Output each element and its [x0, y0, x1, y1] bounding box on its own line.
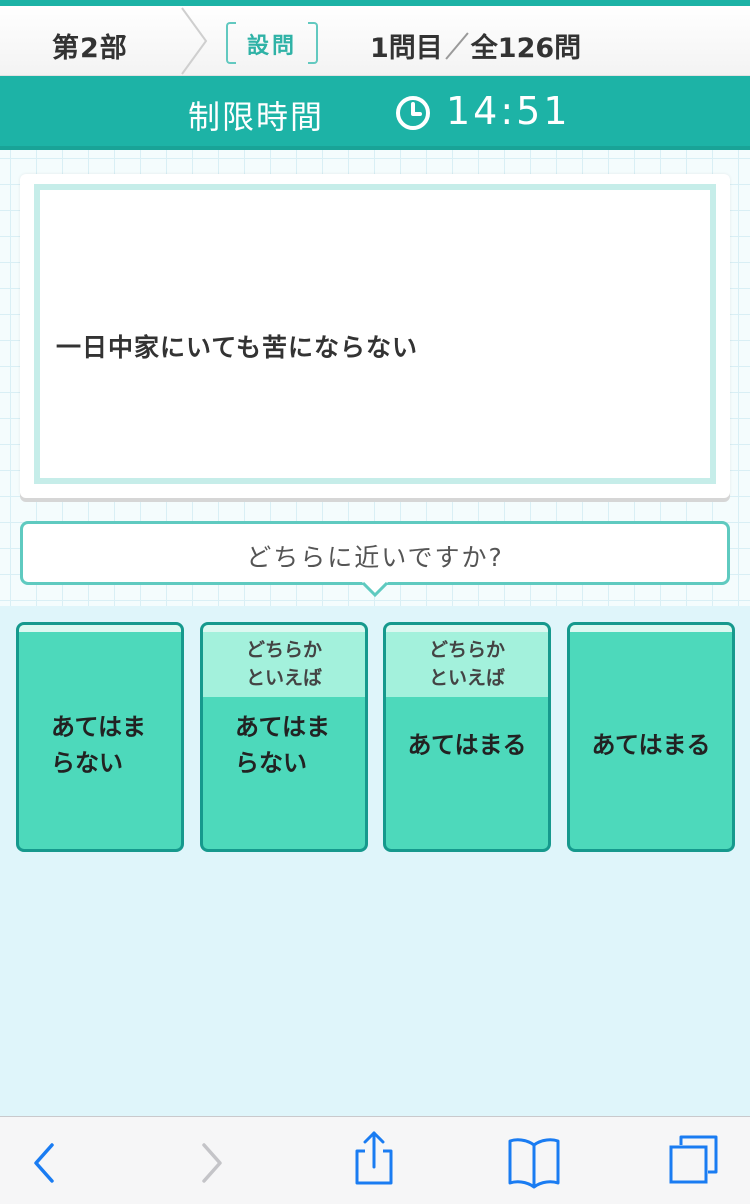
tabs-button[interactable]	[654, 1117, 734, 1204]
answer-qualifier: どちらか といえば	[386, 632, 548, 697]
answer-somewhat-applicable-button[interactable]: どちらか といえば あてはまる	[383, 622, 551, 852]
qualifier-line2: といえば	[428, 667, 505, 689]
answer-label: あてはま らない	[51, 709, 171, 781]
question-card: 一日中家にいても苦にならない	[20, 174, 730, 498]
answer-applicable-button[interactable]: あてはまる	[567, 622, 735, 852]
answer-label-line1: あてはま	[235, 713, 331, 741]
timer-bar: 制限時間 14:51	[0, 76, 750, 150]
bookmarks-button[interactable]	[494, 1117, 574, 1204]
answer-somewhat-not-applicable-button[interactable]: どちらか といえば あてはま らない	[200, 622, 368, 852]
question-text: 一日中家にいても苦にならない	[56, 333, 419, 362]
current-question: 1問目	[370, 33, 443, 64]
answer-label: あてはまる	[591, 731, 711, 759]
qualifier-line1: どちらか	[245, 639, 322, 661]
share-button[interactable]	[334, 1117, 414, 1204]
answer-label-line1: あてはま	[51, 713, 147, 741]
progress-header: 第2部 設問 1問目 全126問	[0, 6, 750, 76]
answer-label: あてはま らない	[235, 709, 355, 781]
answer-options: あてはま らない どちらか といえば あてはま らない どちらか といえば あて…	[0, 622, 750, 854]
prompt-text: どちらに近いですか?	[246, 543, 504, 572]
timer-value: 14:51	[446, 89, 571, 133]
answer-not-applicable-button[interactable]: あてはま らない	[16, 622, 184, 852]
back-button[interactable]	[2, 1117, 82, 1204]
part-label: 第2部	[52, 33, 128, 64]
clock-icon	[396, 96, 430, 130]
question-progress: 1問目 全126問	[370, 26, 581, 64]
browser-toolbar	[0, 1116, 750, 1204]
prompt-bubble-tail	[362, 582, 388, 598]
answer-label-line2: らない	[51, 749, 123, 777]
qualifier-line2: といえば	[245, 667, 322, 689]
bookmarks-icon	[508, 1138, 560, 1189]
forward-button[interactable]	[172, 1117, 252, 1204]
prompt-bubble: どちらに近いですか?	[20, 521, 730, 585]
time-limit-label: 制限時間	[188, 98, 325, 136]
answer-label-line2: らない	[235, 749, 307, 777]
question-frame: 一日中家にいても苦にならない	[34, 184, 716, 484]
share-icon	[355, 1131, 393, 1185]
forward-icon	[202, 1143, 222, 1183]
answer-qualifier: どちらか といえば	[203, 632, 365, 697]
back-icon	[34, 1143, 54, 1183]
tabs-icon	[669, 1135, 718, 1184]
progress-separator	[443, 31, 471, 61]
breadcrumb-chevron-icon	[181, 7, 208, 75]
qualifier-line1: どちらか	[428, 639, 505, 661]
answer-label: あてはまる	[407, 731, 527, 759]
section-tag: 設問	[226, 22, 318, 64]
section-tag-label: 設問	[246, 34, 297, 59]
total-questions: 全126問	[470, 33, 582, 64]
